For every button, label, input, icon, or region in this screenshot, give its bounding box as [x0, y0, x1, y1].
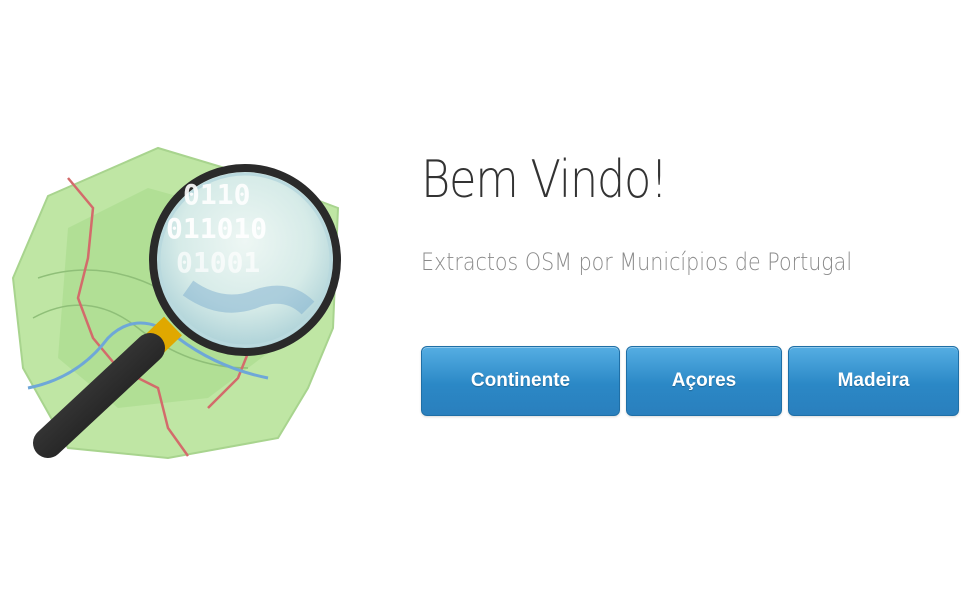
acores-button[interactable]: Açores: [626, 346, 782, 416]
binary-line-1: 0110: [183, 178, 250, 211]
continente-button[interactable]: Continente: [421, 346, 620, 416]
region-buttons: Continente Açores Madeira: [421, 346, 959, 416]
page-title: Bem Vindo!: [421, 150, 668, 210]
binary-line-3: 01001: [176, 246, 260, 279]
openstreetmap-logo-icon: 0110 011010 01001: [8, 138, 353, 468]
hero-section: Bem Vindo! Extractos OSM por Municípios …: [421, 146, 966, 416]
binary-line-2: 011010: [166, 212, 267, 245]
madeira-button[interactable]: Madeira: [788, 346, 959, 416]
page-subtitle: Extractos OSM por Municípios de Portugal: [421, 248, 853, 276]
